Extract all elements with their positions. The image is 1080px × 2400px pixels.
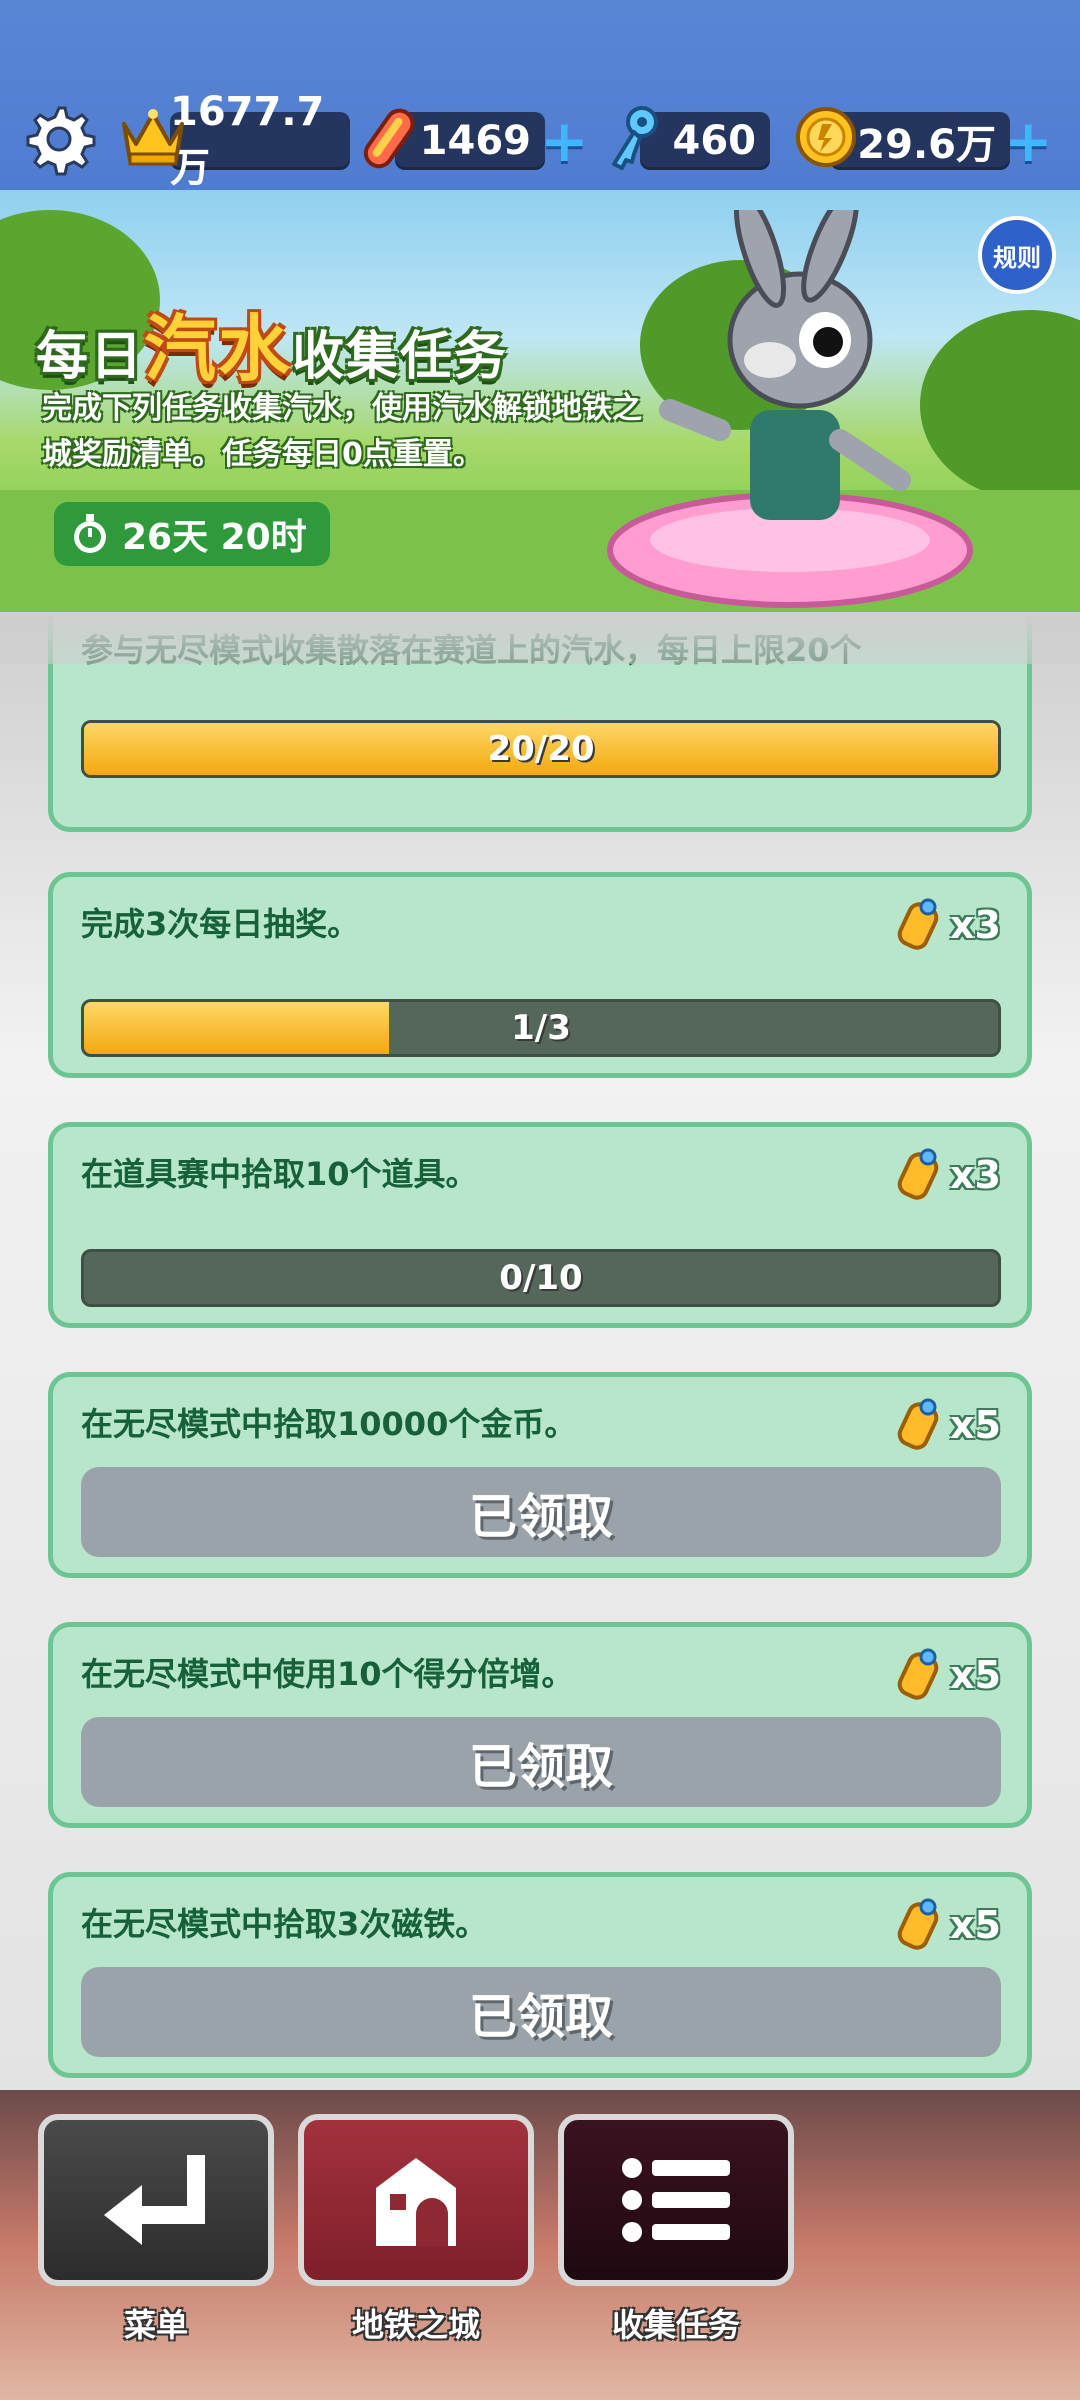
menu-button[interactable]: [38, 2114, 274, 2286]
timer-text: 26天 20时: [122, 517, 307, 558]
return-arrow-icon: [104, 2155, 205, 2245]
settings-gear-icon[interactable]: [22, 102, 96, 176]
task-description: 完成3次每日抽奖。: [81, 905, 360, 943]
event-timer: 26天 20时: [54, 502, 330, 566]
task-card: 在道具赛中拾取10个道具。 x3 0/10: [48, 1122, 1032, 1328]
task-description: 在无尽模式中拾取3次磁铁。: [81, 1905, 488, 1943]
soda-can-icon: [897, 1648, 939, 1700]
task-description: 在无尽模式中拾取10000个金币。: [81, 1405, 577, 1443]
crown-icon: [122, 109, 184, 166]
claimed-button[interactable]: 已领取: [81, 1717, 1001, 1807]
subway-city-button[interactable]: [298, 2114, 534, 2286]
menu-label: 菜单: [123, 2306, 188, 2344]
banner-description: 完成下列任务收集汽水，使用汽水解锁地铁之城奖励清单。任务每日0点重置。: [42, 391, 642, 472]
hoverboard-icon: [363, 108, 415, 169]
hoverboard-count: 1469: [419, 118, 531, 164]
key-icon: [612, 106, 658, 170]
rabbit-character-illustration: [607, 210, 973, 608]
reward-amount: x5: [950, 1653, 1001, 1697]
claimed-button[interactable]: 已领取: [81, 1467, 1001, 1557]
coin-count: 29.6万: [857, 122, 996, 168]
stopwatch-icon: [74, 514, 106, 553]
list-top-fade: [0, 612, 1080, 664]
banner-title-part2: 收集任务: [292, 327, 509, 387]
collect-tasks-label: 收集任务: [611, 2306, 740, 2344]
bottom-nav: 菜单 地铁之城 收集任务: [0, 2090, 1080, 2400]
task-list[interactable]: 参与无尽模式收集散落在赛道上的汽水，每日上限20个 20/20 完成3次每日抽奖…: [0, 612, 1080, 2090]
reward-amount: x3: [950, 903, 1001, 947]
event-banner: 每日汽水收集任务 完成下列任务收集汽水，使用汽水解锁地铁之城奖励清单。任务每日0…: [0, 190, 1080, 612]
collect-tasks-button[interactable]: [558, 2114, 794, 2286]
add-hoverboard-button[interactable]: +: [540, 112, 589, 170]
claimed-button[interactable]: 已领取: [81, 1967, 1001, 2057]
task-reward: x5: [892, 1645, 1001, 1705]
add-coin-button[interactable]: +: [1004, 112, 1053, 170]
crown-counter: 1677.7万: [170, 89, 350, 191]
soda-can-icon: [897, 898, 939, 950]
reward-amount: x5: [950, 1403, 1001, 1447]
task-progress-bar: 1/3: [81, 999, 1001, 1057]
task-reward: x5: [892, 1895, 1001, 1955]
task-reward: x3: [892, 1145, 1001, 1205]
banner-title: 每日汽水收集任务: [36, 290, 508, 391]
subway-city-label: 地铁之城: [351, 2306, 480, 2344]
task-progress-bar: 0/10: [81, 1249, 1001, 1307]
progress-text: 20/20: [487, 729, 595, 769]
top-status-bar: 1677.7万 1469 + 460 + 29.6万 +: [0, 0, 1080, 191]
task-reward: x3: [892, 895, 1001, 955]
soda-can-icon: [897, 1398, 939, 1450]
soda-can-icon: [897, 1898, 939, 1950]
soda-can-icon: [897, 1148, 939, 1200]
task-card: 完成3次每日抽奖。 x3 1/3: [48, 872, 1032, 1078]
task-description: 在道具赛中拾取10个道具。: [81, 1155, 478, 1193]
key-count: 460: [672, 118, 757, 164]
task-progress-bar: 20/20: [81, 720, 1001, 778]
list-icon: [622, 2158, 730, 2242]
crown-count: 1677.7万: [170, 89, 325, 191]
building-icon: [376, 2158, 456, 2246]
reward-amount: x3: [950, 1153, 1001, 1197]
banner-title-part1: 每日: [36, 327, 145, 387]
task-reward: x5: [892, 1395, 1001, 1455]
progress-text: 1/3: [511, 1008, 571, 1048]
task-card: 在无尽模式中拾取10000个金币。 x5 已领取: [48, 1372, 1032, 1578]
coin-icon: [796, 107, 856, 167]
banner-title-highlight: 汽水: [144, 307, 293, 391]
task-card: 在无尽模式中拾取3次磁铁。 x5 已领取: [48, 1872, 1032, 2078]
progress-text: 0/10: [499, 1258, 583, 1298]
task-description: 在无尽模式中使用10个得分倍增。: [81, 1655, 574, 1693]
rules-button[interactable]: 规则: [978, 216, 1056, 294]
task-card: 在无尽模式中使用10个得分倍增。 x5 已领取: [48, 1622, 1032, 1828]
reward-amount: x5: [950, 1903, 1001, 1947]
